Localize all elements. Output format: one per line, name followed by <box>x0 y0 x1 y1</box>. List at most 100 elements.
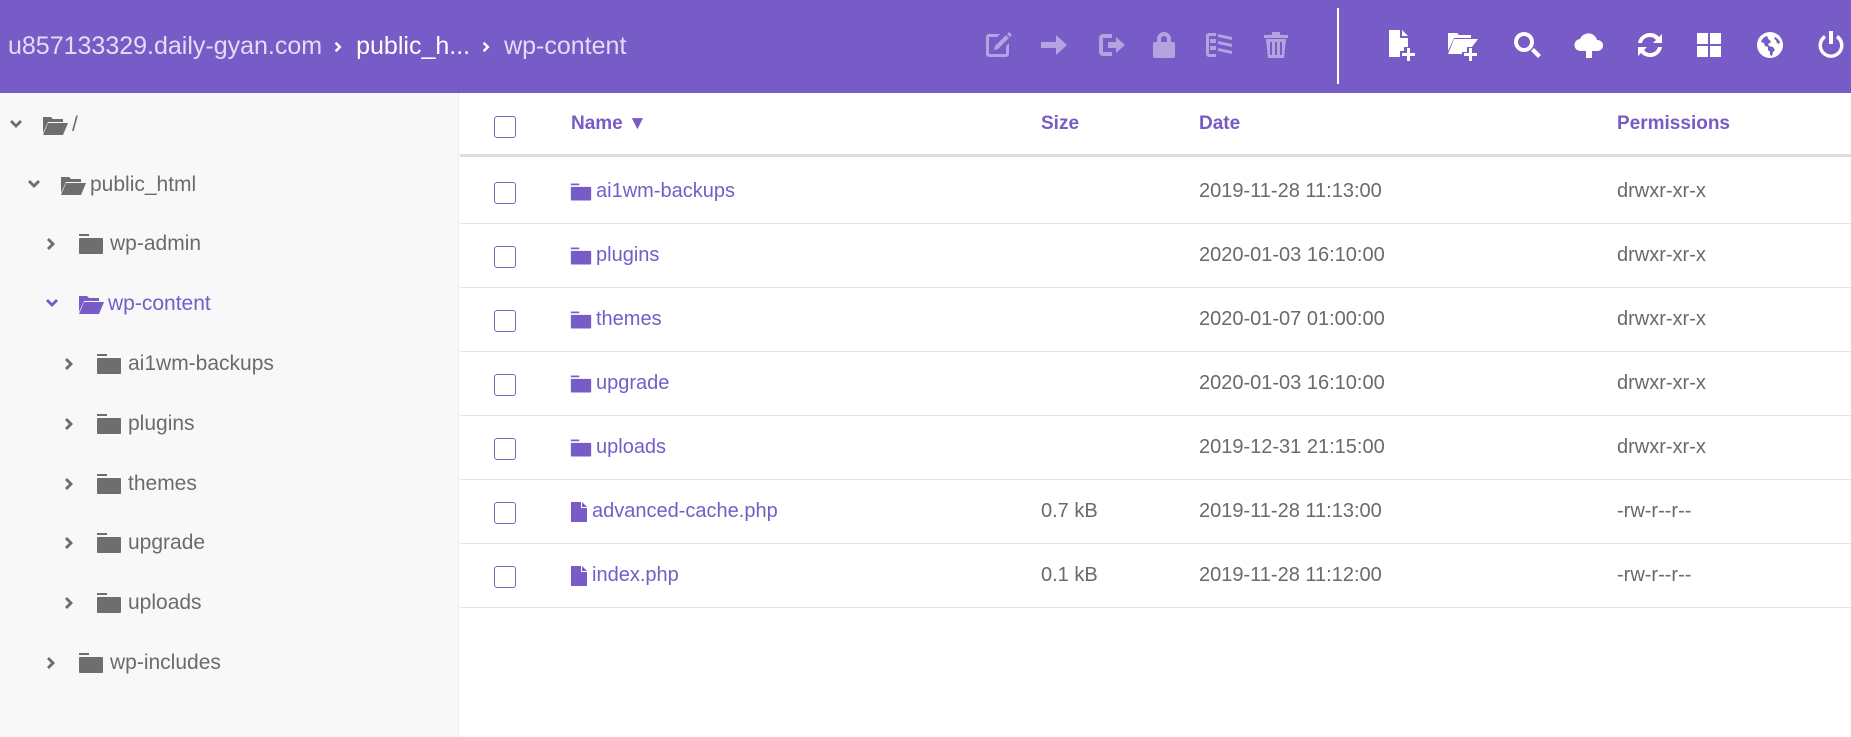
new-folder-button[interactable] <box>1443 22 1483 68</box>
tree-item-public-html[interactable]: public_html <box>26 165 196 205</box>
row-checkbox[interactable] <box>494 182 516 204</box>
archive-button[interactable] <box>1199 22 1239 68</box>
file-date: 2019-11-28 11:12:00 <box>1199 564 1382 586</box>
row-checkbox[interactable] <box>494 310 516 332</box>
chevron-right-icon[interactable] <box>62 356 78 372</box>
tree-item-label: wp-content <box>108 292 211 315</box>
folder-open-icon <box>78 293 104 315</box>
copy-button[interactable] <box>1090 22 1130 68</box>
new-file-button[interactable] <box>1382 22 1422 68</box>
file-name-link[interactable]: themes <box>570 288 662 351</box>
search-button[interactable] <box>1507 22 1547 68</box>
file-list: Name ▼ Size Date Permissions ai1wm-backu… <box>460 93 1851 737</box>
chevron-right-icon[interactable] <box>62 535 78 551</box>
tree-item-label: uploads <box>128 591 202 614</box>
file-size: 0.1 kB <box>1041 564 1098 586</box>
file-name: uploads <box>596 436 667 458</box>
file-name-link[interactable]: index.php <box>570 544 679 607</box>
tree-item-label: upgrade <box>128 531 206 554</box>
delete-button[interactable] <box>1256 22 1296 68</box>
power-icon <box>1818 31 1844 58</box>
row-checkbox[interactable] <box>494 374 516 396</box>
table-row[interactable]: uploads 2019-12-31 21:15:00 drwxr-xr-x <box>460 416 1851 480</box>
folder-open-icon <box>60 174 86 196</box>
file-name-link[interactable]: upgrade <box>570 352 669 415</box>
file-name-link[interactable]: plugins <box>570 224 659 287</box>
tree-item-label: plugins <box>128 412 195 435</box>
file-icon <box>570 565 588 587</box>
chevron-right-icon[interactable] <box>44 236 60 252</box>
file-name-link[interactable]: ai1wm-backups <box>570 160 735 223</box>
breadcrumb: u857133329.daily-gyan.com public_h... wp… <box>0 0 626 93</box>
chevron-down-icon[interactable] <box>44 296 60 312</box>
chevron-right-icon[interactable] <box>62 476 78 492</box>
row-checkbox[interactable] <box>494 246 516 268</box>
file-date: 2019-11-28 11:13:00 <box>1199 180 1382 202</box>
folder-icon <box>570 438 592 458</box>
tree-item-label: ai1wm-backups <box>128 352 274 375</box>
tree-item-wp-content[interactable]: wp-content <box>44 284 211 324</box>
file-name: ai1wm-backups <box>596 180 735 202</box>
table-row[interactable]: ai1wm-backups 2019-11-28 11:13:00 drwxr-xr… <box>460 160 1851 224</box>
row-checkbox[interactable] <box>494 502 516 524</box>
table-row[interactable]: themes 2020-01-07 01:00:00 drwxr-xr-x <box>460 288 1851 352</box>
tree-item-ai1wm-backups[interactable]: ai1wm-backups <box>62 344 274 384</box>
tree-item-root[interactable]: / <box>8 105 78 145</box>
move-button[interactable] <box>1034 22 1074 68</box>
arrow-right-icon <box>1041 35 1067 55</box>
tree-item-wp-includes[interactable]: wp-includes <box>44 643 221 683</box>
table-row[interactable]: index.php 0.1 kB 2019-11-28 11:12:00 -rw-r-… <box>460 544 1851 608</box>
tree-item-label: wp-includes <box>110 651 221 674</box>
new-file-icon <box>1389 30 1415 61</box>
refresh-button[interactable] <box>1630 22 1670 68</box>
upload-button[interactable] <box>1569 22 1609 68</box>
toolbar-divider <box>1337 8 1339 84</box>
column-header-name[interactable]: Name ▼ <box>571 113 647 135</box>
file-name-link[interactable]: uploads <box>570 416 666 479</box>
chevron-right-icon[interactable] <box>62 595 78 611</box>
tree-item-uploads[interactable]: uploads <box>62 583 202 623</box>
folder-icon <box>570 310 592 330</box>
breadcrumb-current[interactable]: wp-content <box>504 32 626 61</box>
chevron-down-icon[interactable] <box>8 117 24 133</box>
table-row[interactable]: plugins 2020-01-03 16:10:00 drwxr-xr-x <box>460 224 1851 288</box>
folder-icon <box>570 246 592 266</box>
folder-icon <box>96 592 122 614</box>
chevron-right-icon <box>322 40 356 54</box>
column-header-size[interactable]: Size <box>1041 113 1079 135</box>
logout-button[interactable] <box>1811 22 1851 68</box>
tree-item-plugins[interactable]: plugins <box>62 404 195 444</box>
breadcrumb-public-html[interactable]: public_h... <box>356 32 470 61</box>
tree-item-upgrade[interactable]: upgrade <box>62 523 205 563</box>
chevron-right-icon[interactable] <box>62 416 78 432</box>
breadcrumb-root[interactable]: u857133329.daily-gyan.com <box>8 32 322 61</box>
chevron-down-icon[interactable] <box>26 177 42 193</box>
file-permissions: drwxr-xr-x <box>1617 244 1706 266</box>
table-row[interactable]: upgrade 2020-01-03 16:10:00 drwxr-xr-x <box>460 352 1851 416</box>
file-date: 2020-01-03 16:10:00 <box>1199 244 1385 266</box>
row-checkbox[interactable] <box>494 566 516 588</box>
file-name-link[interactable]: advanced-cache.php <box>570 480 778 543</box>
rename-button[interactable] <box>978 22 1018 68</box>
folder-icon <box>78 233 104 255</box>
file-permissions: -rw-r--r-- <box>1617 500 1692 522</box>
file-name: upgrade <box>596 372 670 394</box>
copy-icon <box>1099 34 1125 56</box>
trash-icon <box>1264 32 1288 58</box>
table-row[interactable]: advanced-cache.php 0.7 kB 2019-11-28 11:13… <box>460 480 1851 544</box>
file-name: plugins <box>596 244 660 266</box>
file-permissions: drwxr-xr-x <box>1617 372 1706 394</box>
chevron-right-icon[interactable] <box>44 655 60 671</box>
column-header-date[interactable]: Date <box>1199 113 1240 135</box>
permissions-button[interactable] <box>1144 22 1184 68</box>
file-permissions: -rw-r--r-- <box>1617 564 1692 586</box>
file-permissions: drwxr-xr-x <box>1617 308 1706 330</box>
tree-item-themes[interactable]: themes <box>62 464 197 504</box>
select-all-checkbox[interactable] <box>494 116 516 138</box>
row-checkbox[interactable] <box>494 438 516 460</box>
tree-item-wp-admin[interactable]: wp-admin <box>44 224 201 264</box>
column-header-permissions[interactable]: Permissions <box>1617 113 1730 135</box>
website-button[interactable] <box>1750 22 1790 68</box>
grid-view-button[interactable] <box>1689 22 1729 68</box>
folder-icon <box>570 374 592 394</box>
